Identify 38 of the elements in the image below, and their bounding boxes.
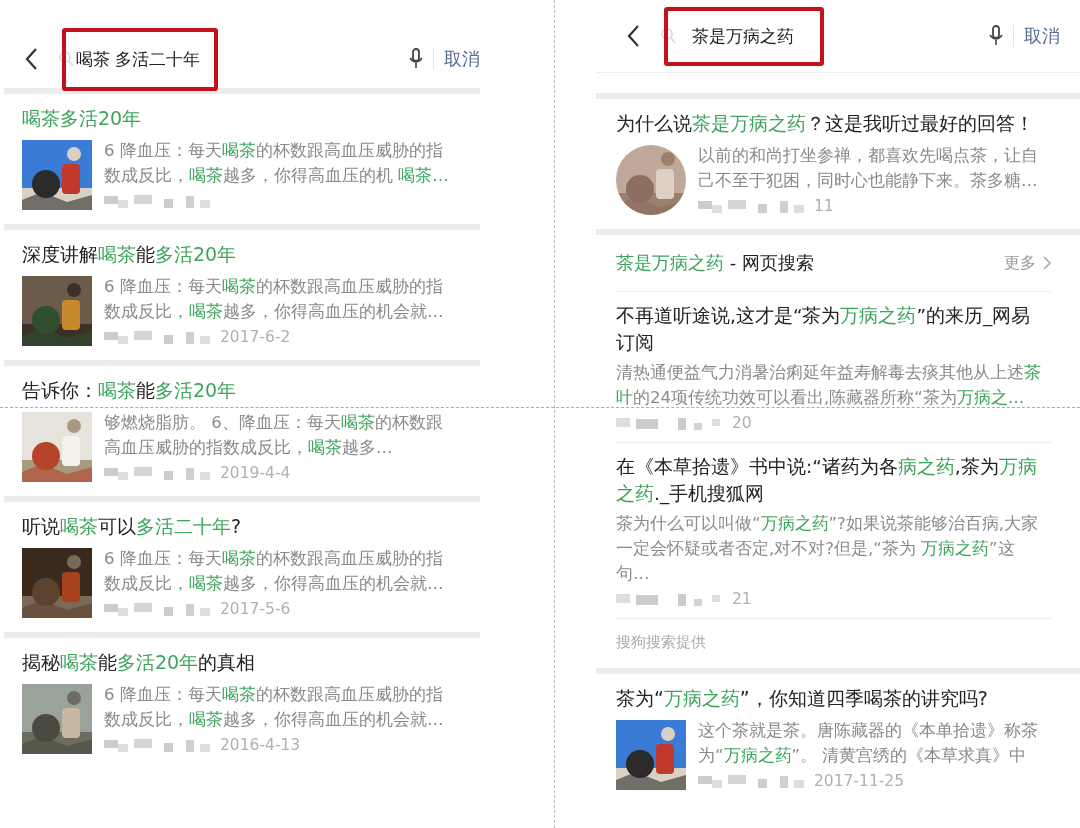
date-text: 2017-5-6 (220, 600, 291, 618)
provider-text: 搜狗搜索提供 (616, 632, 707, 653)
result-title[interactable]: 告诉你：喝茶能多活20年 (22, 376, 480, 404)
microphone-icon[interactable] (989, 25, 1003, 47)
result-title[interactable]: 揭秘喝茶能多活20年的真相 (22, 648, 480, 676)
result-snippet: 6 降血压：每天喝茶的杯数跟高血压威胁的指数成反比，喝茶越多，你得高血压的机会就… (104, 548, 445, 595)
result-title[interactable]: 茶为“万病之药”，你知道四季喝茶的讲究吗? (616, 684, 1056, 712)
search-field[interactable]: 茶是万病之药 (664, 6, 824, 66)
result-snippet: 以前的和尚打坐参禅，都喜欢先喝点茶，让自己不至于犯困，同时心也能静下来。茶多糖… (698, 145, 1039, 192)
date-text: 2017-6-2 (220, 328, 291, 346)
date-text: 21 (732, 590, 752, 608)
result-snippet: 这个茶就是茶。唐陈藏器的《本单拾遗》称茶为“万病之药”。 清黄宫绣的《本草求真》中 (698, 720, 1039, 767)
result-snippet: 够燃烧脂肪。 6、降血压：每天喝茶的杯数跟高血压威胁的指数成反比，喝茶越多… (104, 412, 444, 459)
result-title[interactable]: 为什么说茶是万病之药？这是我听过最好的回答！ (616, 109, 1056, 137)
back-icon[interactable] (626, 24, 640, 48)
microphone-icon[interactable] (409, 48, 423, 70)
search-icon (660, 27, 676, 45)
result-title[interactable]: 在《本草拾遗》书中说:“诸药为各病之药,茶为万病之药._手机搜狐网 (616, 453, 1052, 507)
result-title[interactable]: 不再道听途说,这才是“茶为万病之药”的来历_网易订阅 (616, 302, 1052, 356)
result-title[interactable]: 听说喝茶可以多活二十年? (22, 512, 480, 540)
search-icon (58, 50, 74, 68)
result-snippet: 6 降血压：每天喝茶的杯数跟高血压威胁的指数成反比，喝茶越多，你得高血压的机会就… (104, 276, 445, 323)
date-text: 11 (814, 197, 834, 215)
result-snippet: 6 降血压：每天喝茶的杯数跟高血压威胁的指数成反比，喝茶越多，你得高血压的机 喝茶… (104, 140, 450, 187)
section-title: 茶是万病之药 - 网页搜索 (616, 251, 814, 275)
cancel-button[interactable]: 取消 (1024, 24, 1060, 48)
chevron-right-icon (1042, 255, 1052, 271)
search-field[interactable]: 喝茶 多活二十年 (62, 27, 219, 91)
result-snippet: 6 降血压：每天喝茶的杯数跟高血压威胁的指数成反比，喝茶越多，你得高血压的机会就… (104, 684, 445, 731)
result-snippet: 茶为什么可以叫做“万病之药”?如果说茶能够治百病,大家一定会怀疑或者否定,对不对?但是,“茶为 万病之药”这句… (616, 513, 1040, 585)
result-snippet: 清热通便益气力消暑治痢延年益寿解毒去痰其他从上述茶叶的24项传统功效可以看出,陈藏器所称“茶为万病之… (616, 362, 1042, 409)
date-text: 2016-4-13 (220, 736, 301, 754)
result-title[interactable]: 深度讲解喝茶能多活20年 (22, 240, 480, 268)
date-text: 20 (732, 414, 752, 432)
back-icon[interactable] (24, 47, 38, 71)
cancel-button[interactable]: 取消 (444, 47, 480, 71)
date-text: 2017-11-25 (814, 772, 905, 790)
date-text: 2019-4-4 (220, 464, 291, 482)
